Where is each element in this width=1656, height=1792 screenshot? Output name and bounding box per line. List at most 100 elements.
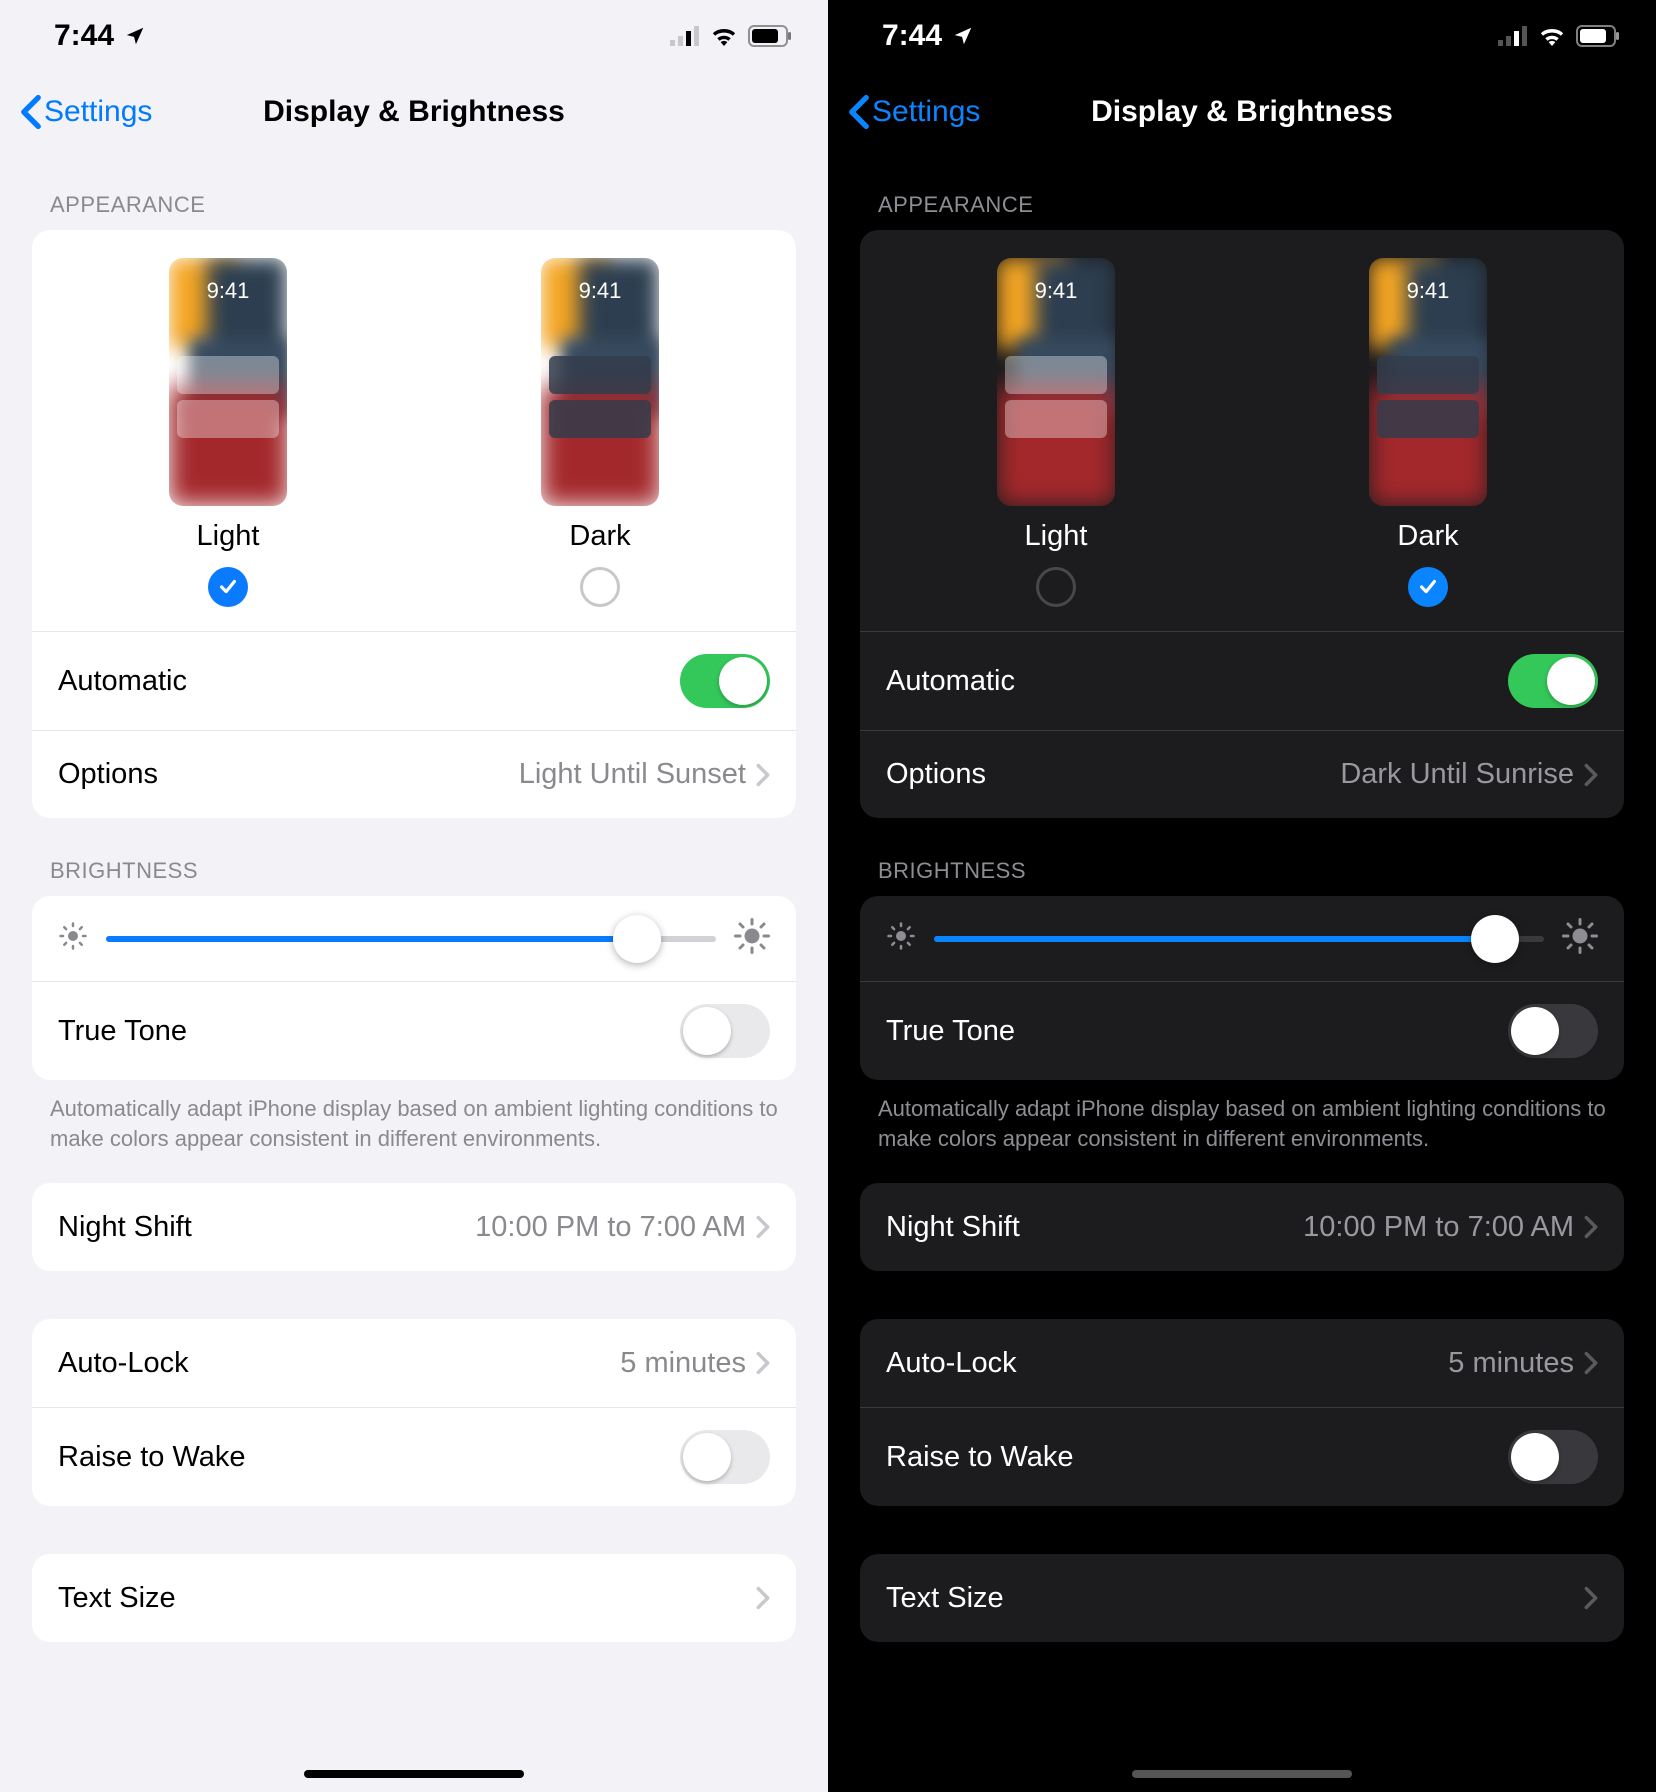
chevron-right-icon: [1584, 1351, 1598, 1375]
textsize-label: Text Size: [58, 1582, 176, 1615]
truetone-label: True Tone: [886, 1015, 1015, 1048]
nightshift-value: 10:00 PM to 7:00 AM: [475, 1211, 746, 1244]
appearance-group: 9:41 Light 9:41 Dark Automatic: [32, 230, 796, 818]
raisetowake-label: Raise to Wake: [58, 1441, 246, 1474]
light-radio-checked[interactable]: [208, 567, 248, 607]
appearance-option-light[interactable]: 9:41 Light: [169, 258, 287, 607]
chevron-right-icon: [1584, 1586, 1598, 1610]
raisetowake-row: Raise to Wake: [32, 1407, 796, 1506]
raisetowake-toggle[interactable]: [680, 1430, 770, 1484]
truetone-note: Automatically adapt iPhone display based…: [0, 1080, 828, 1153]
raisetowake-toggle[interactable]: [1508, 1430, 1598, 1484]
textsize-group: Text Size: [32, 1554, 796, 1642]
chevron-right-icon: [756, 1215, 770, 1239]
page-title: Display & Brightness: [1091, 95, 1393, 129]
truetone-label: True Tone: [58, 1015, 187, 1048]
autolock-group: Auto-Lock 5 minutes Raise to Wake: [860, 1319, 1624, 1506]
dark-label: Dark: [1397, 520, 1458, 553]
truetone-note: Automatically adapt iPhone display based…: [828, 1080, 1656, 1153]
autolock-value: 5 minutes: [1448, 1347, 1574, 1380]
nightshift-group: Night Shift 10:00 PM to 7:00 AM: [32, 1183, 796, 1271]
back-button[interactable]: Settings: [20, 94, 152, 130]
autolock-row[interactable]: Auto-Lock 5 minutes: [860, 1319, 1624, 1407]
chevron-right-icon: [1584, 1215, 1598, 1239]
light-label: Light: [197, 520, 260, 553]
wifi-icon: [1538, 26, 1566, 46]
dark-preview: 9:41: [1369, 258, 1487, 506]
settings-display-brightness-light: 7:44 Settings Display & Brightness APPEA…: [0, 0, 828, 1792]
settings-display-brightness-dark: 7:44 Settings Display & Brightness APPEA…: [828, 0, 1656, 1792]
autolock-value: 5 minutes: [620, 1347, 746, 1380]
page-title: Display & Brightness: [263, 95, 565, 129]
appearance-header: APPEARANCE: [828, 152, 1656, 230]
options-label: Options: [886, 758, 986, 791]
options-value: Light Until Sunset: [519, 758, 746, 791]
automatic-label: Automatic: [886, 665, 1015, 698]
autolock-group: Auto-Lock 5 minutes Raise to Wake: [32, 1319, 796, 1506]
battery-icon: [1576, 25, 1620, 47]
brightness-group: True Tone: [32, 896, 796, 1080]
cellular-icon: [1498, 26, 1528, 46]
options-row[interactable]: Options Light Until Sunset: [32, 730, 796, 818]
nightshift-label: Night Shift: [58, 1211, 192, 1244]
sun-max-icon: [1562, 918, 1598, 959]
cellular-icon: [670, 26, 700, 46]
dark-radio-unchecked[interactable]: [580, 567, 620, 607]
options-label: Options: [58, 758, 158, 791]
nightshift-value: 10:00 PM to 7:00 AM: [1303, 1211, 1574, 1244]
textsize-group: Text Size: [860, 1554, 1624, 1642]
back-button[interactable]: Settings: [848, 94, 980, 130]
chevron-right-icon: [756, 1586, 770, 1610]
chevron-right-icon: [756, 763, 770, 787]
home-indicator[interactable]: [304, 1770, 524, 1778]
sun-max-icon: [734, 918, 770, 959]
appearance-header: APPEARANCE: [0, 152, 828, 230]
status-bar: 7:44: [828, 0, 1656, 72]
appearance-option-dark[interactable]: 9:41 Dark: [541, 258, 659, 607]
brightness-group: True Tone: [860, 896, 1624, 1080]
appearance-option-dark[interactable]: 9:41 Dark: [1369, 258, 1487, 607]
dark-preview: 9:41: [541, 258, 659, 506]
nightshift-group: Night Shift 10:00 PM to 7:00 AM: [860, 1183, 1624, 1271]
options-value: Dark Until Sunrise: [1340, 758, 1574, 791]
textsize-row[interactable]: Text Size: [860, 1554, 1624, 1642]
back-label: Settings: [44, 95, 152, 129]
options-row[interactable]: Options Dark Until Sunrise: [860, 730, 1624, 818]
autolock-row[interactable]: Auto-Lock 5 minutes: [32, 1319, 796, 1407]
home-indicator[interactable]: [1132, 1770, 1352, 1778]
wifi-icon: [710, 26, 738, 46]
autolock-label: Auto-Lock: [886, 1347, 1017, 1380]
nightshift-row[interactable]: Night Shift 10:00 PM to 7:00 AM: [32, 1183, 796, 1271]
truetone-row: True Tone: [860, 981, 1624, 1080]
light-radio-unchecked[interactable]: [1036, 567, 1076, 607]
textsize-row[interactable]: Text Size: [32, 1554, 796, 1642]
appearance-option-light[interactable]: 9:41 Light: [997, 258, 1115, 607]
automatic-toggle[interactable]: [680, 654, 770, 708]
status-bar: 7:44: [0, 0, 828, 72]
automatic-label: Automatic: [58, 665, 187, 698]
brightness-header: BRIGHTNESS: [0, 818, 828, 896]
battery-icon: [748, 25, 792, 47]
status-time: 7:44: [54, 19, 114, 53]
back-label: Settings: [872, 95, 980, 129]
nightshift-row[interactable]: Night Shift 10:00 PM to 7:00 AM: [860, 1183, 1624, 1271]
light-label: Light: [1025, 520, 1088, 553]
sun-min-icon: [886, 921, 916, 956]
truetone-toggle[interactable]: [680, 1004, 770, 1058]
brightness-slider[interactable]: [106, 936, 716, 942]
nightshift-label: Night Shift: [886, 1211, 1020, 1244]
dark-label: Dark: [569, 520, 630, 553]
automatic-row: Automatic: [860, 631, 1624, 730]
truetone-row: True Tone: [32, 981, 796, 1080]
status-time: 7:44: [882, 19, 942, 53]
automatic-toggle[interactable]: [1508, 654, 1598, 708]
dark-radio-checked[interactable]: [1408, 567, 1448, 607]
truetone-toggle[interactable]: [1508, 1004, 1598, 1058]
brightness-header: BRIGHTNESS: [828, 818, 1656, 896]
brightness-slider[interactable]: [934, 936, 1544, 942]
raisetowake-row: Raise to Wake: [860, 1407, 1624, 1506]
light-preview: 9:41: [997, 258, 1115, 506]
appearance-group: 9:41 Light 9:41 Dark Automatic: [860, 230, 1624, 818]
chevron-right-icon: [756, 1351, 770, 1375]
light-preview: 9:41: [169, 258, 287, 506]
